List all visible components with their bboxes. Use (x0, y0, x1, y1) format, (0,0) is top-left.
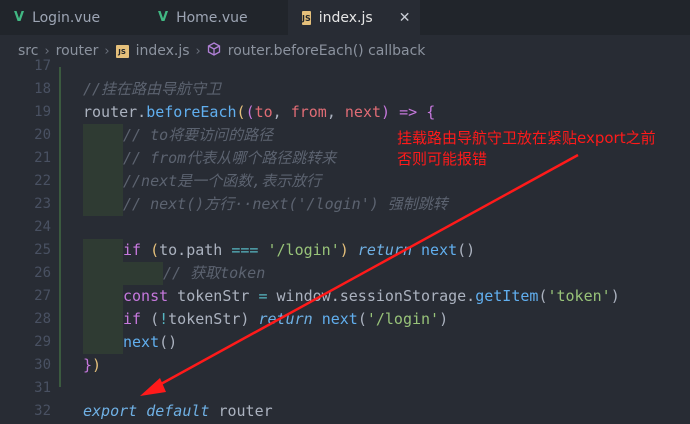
annotation-arrow (140, 153, 579, 396)
arrow-head (140, 378, 166, 396)
arrow-line (149, 153, 579, 392)
